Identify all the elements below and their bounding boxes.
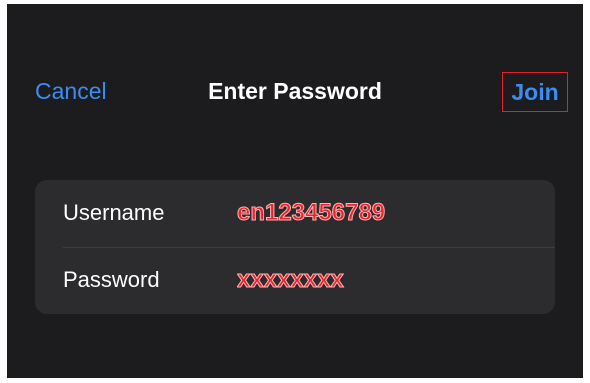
password-input[interactable] xyxy=(237,263,537,297)
password-row[interactable]: Password xyxy=(35,247,555,314)
cancel-button[interactable]: Cancel xyxy=(35,78,107,105)
enter-password-sheet: Cancel Enter Password Join Username Pass… xyxy=(7,4,583,378)
join-button[interactable]: Join xyxy=(502,72,568,112)
username-row[interactable]: Username xyxy=(35,180,555,247)
password-label: Password xyxy=(63,267,160,292)
credentials-form: Username Password xyxy=(35,180,555,314)
username-label: Username xyxy=(63,200,165,225)
navigation-bar: Cancel Enter Password Join xyxy=(7,66,583,122)
username-input[interactable] xyxy=(237,196,537,230)
